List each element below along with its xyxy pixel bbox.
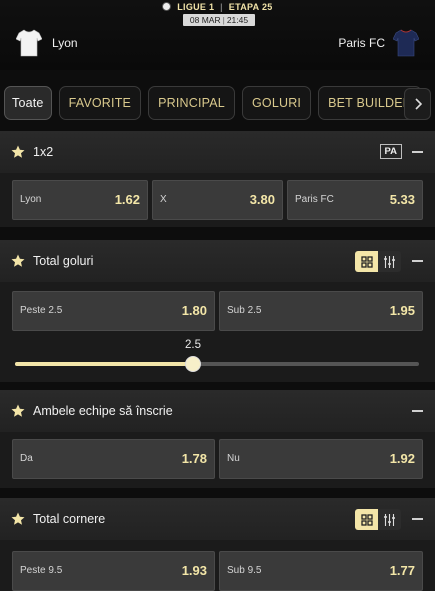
odd-label: Lyon — [20, 194, 42, 205]
star-icon[interactable] — [11, 145, 25, 159]
odd-label: Sub 9.5 — [227, 565, 262, 576]
away-team[interactable]: Paris FC — [338, 27, 419, 59]
view-toggle — [355, 251, 401, 272]
market-title: Total cornere — [33, 512, 106, 526]
collapse-icon[interactable] — [412, 260, 423, 262]
stage-label: ETAPA — [228, 2, 260, 12]
tab-favorite[interactable]: FAVORITE — [58, 86, 142, 120]
odd-value: 1.80 — [181, 303, 207, 318]
view-toggle — [355, 509, 401, 530]
odd-label: Nu — [227, 453, 240, 464]
odd-button-lyon[interactable]: Lyon 1.62 — [12, 180, 148, 220]
odd-button-paris-fc[interactable]: Paris FC 5.33 — [287, 180, 423, 220]
slider-view-icon[interactable] — [378, 509, 401, 530]
goal-line-value: 2.5 — [185, 339, 201, 351]
odd-button-no[interactable]: Nu 1.92 — [219, 439, 423, 479]
stage-number: 25 — [261, 2, 273, 12]
star-icon[interactable] — [11, 404, 25, 418]
collapse-icon[interactable] — [412, 518, 423, 520]
home-team[interactable]: Lyon — [16, 27, 78, 59]
market-1x2: 1x2 PA Lyon 1.62 X 3.80 Paris FC 5.33 — [0, 131, 435, 227]
pa-badge: PA — [379, 144, 402, 159]
collapse-icon[interactable] — [412, 410, 423, 412]
goal-line-slider-fill — [15, 362, 193, 366]
odd-label: Peste 9.5 — [20, 565, 63, 576]
odd-button-draw[interactable]: X 3.80 — [152, 180, 283, 220]
odd-label: Paris FC — [295, 194, 334, 205]
odd-value: 1.92 — [389, 451, 415, 466]
market-total-corners: Total cornere Peste 9.5 1.93 Sub 9.5 1.7… — [0, 498, 435, 591]
market-1x2-header[interactable]: 1x2 PA — [0, 131, 435, 173]
odd-label: X — [160, 194, 167, 205]
odd-button-under-2-5[interactable]: Sub 2.5 1.95 — [219, 291, 423, 331]
away-jersey-icon — [393, 29, 419, 57]
tab-principal[interactable]: PRINCIPAL — [148, 86, 235, 120]
odd-label: Peste 2.5 — [20, 305, 63, 316]
market-btts-header[interactable]: Ambele echipe să înscrie — [0, 390, 435, 432]
match-header: LIGUE 1 | ETAPA 25 08 MAR | 21:45 Lyon Par… — [0, 0, 435, 70]
league-line: LIGUE 1 | ETAPA 25 — [0, 2, 435, 12]
odd-value: 5.33 — [389, 192, 415, 207]
odd-label: Sub 2.5 — [227, 305, 262, 316]
market-title: Ambele echipe să înscrie — [33, 404, 173, 418]
odd-button-under-9-5[interactable]: Sub 9.5 1.77 — [219, 551, 423, 591]
collapse-icon[interactable] — [412, 151, 423, 153]
market-total-corners-header[interactable]: Total cornere — [0, 498, 435, 540]
odd-value: 1.77 — [389, 563, 415, 578]
slider-view-icon[interactable] — [378, 251, 401, 272]
market-tabs: Toate FAVORITE PRINCIPAL GOLURI BET BUIL… — [4, 86, 423, 120]
match-datetime: 08 MAR | 21:45 — [183, 14, 255, 26]
odd-value: 1.62 — [114, 192, 140, 207]
tabs-next-button[interactable] — [404, 88, 431, 120]
star-icon[interactable] — [11, 254, 25, 268]
market-total-goals: Total goluri Peste 2.5 1.80 Sub 2.5 1.95 — [0, 240, 435, 382]
match-time: 21:45 — [226, 15, 249, 25]
football-icon — [162, 2, 172, 11]
odd-value: 1.93 — [181, 563, 207, 578]
goal-line-slider-handle[interactable] — [184, 356, 201, 372]
market-title: 1x2 — [33, 145, 54, 159]
grid-view-icon[interactable] — [355, 509, 378, 530]
odd-label: Da — [20, 453, 33, 464]
market-title: Total goluri — [33, 254, 94, 268]
grid-view-icon[interactable] — [355, 251, 378, 272]
odd-button-yes[interactable]: Da 1.78 — [12, 439, 215, 479]
odd-value: 3.80 — [249, 192, 275, 207]
chevron-right-icon — [414, 98, 422, 110]
market-btts: Ambele echipe să înscrie Da 1.78 Nu 1.92 — [0, 390, 435, 488]
away-team-name: Paris FC — [338, 36, 385, 50]
odd-value: 1.95 — [389, 303, 415, 318]
home-jersey-icon — [16, 29, 42, 57]
separator: | — [220, 2, 223, 12]
star-icon[interactable] — [11, 512, 25, 526]
match-date: 08 MAR — [189, 15, 221, 25]
market-total-goals-header[interactable]: Total goluri — [0, 240, 435, 282]
tab-toate[interactable]: Toate — [4, 86, 52, 120]
league-name: LIGUE 1 — [177, 2, 215, 12]
odd-button-over-9-5[interactable]: Peste 9.5 1.93 — [12, 551, 215, 591]
tab-goluri[interactable]: GOLURI — [241, 86, 312, 120]
odd-button-over-2-5[interactable]: Peste 2.5 1.80 — [12, 291, 215, 331]
home-team-name: Lyon — [52, 36, 78, 50]
odd-value: 1.78 — [181, 451, 207, 466]
